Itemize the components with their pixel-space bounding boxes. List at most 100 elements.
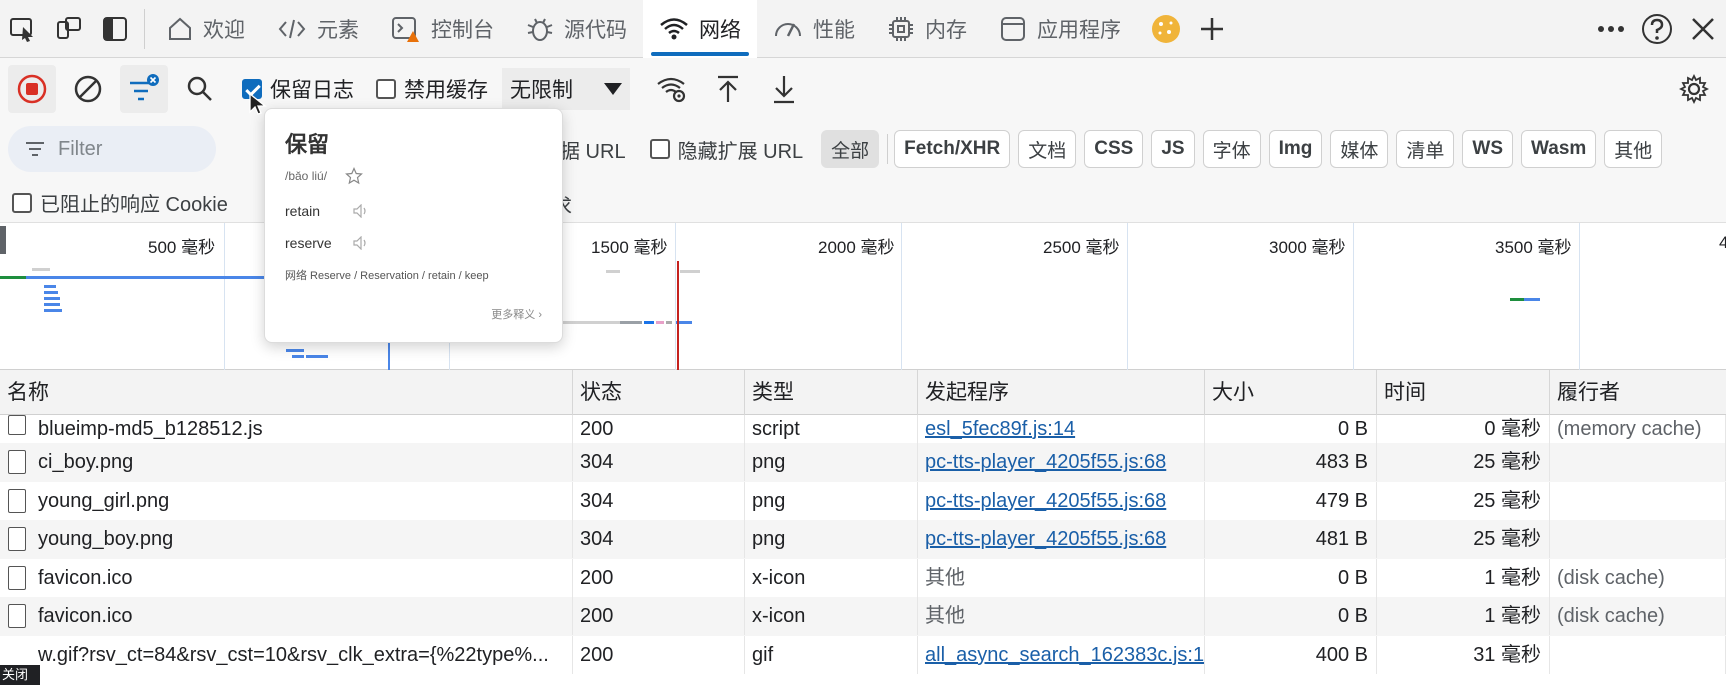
time-cell: 1 毫秒 [1377,558,1550,597]
popup-word: 保留 [285,132,330,157]
devtools-tab-bar: 欢迎 元素 控制台 源代码 网络 性能 内存 应用程序 [0,0,1726,58]
checkbox-unchecked[interactable] [12,192,32,213]
request-name-cell[interactable]: favicon.ico [0,597,573,636]
initiator-link[interactable]: pc-tts-player_4205f55.js:68 [925,490,1166,512]
column-header-size[interactable]: 大小 [1205,370,1377,415]
type-cell: png [745,481,918,520]
status-cell: 200 [573,635,745,674]
popup-pinyin-row: /bǎo liú/ [285,167,542,185]
more-options-icon[interactable] [1588,0,1634,58]
help-icon[interactable] [1634,0,1680,58]
column-header-time[interactable]: 时间 [1377,370,1550,415]
table-row[interactable]: young_girl.png 304 png pc-tts-player_420… [0,481,1726,521]
tab-elements[interactable]: 元素 [261,0,375,58]
popup-definition: reserve [285,235,332,251]
device-emulation-icon[interactable] [46,0,92,58]
inspect-icon[interactable] [0,0,46,58]
type-chip-manifest[interactable]: 清单 [1396,130,1455,168]
tab-network[interactable]: 网络 [643,0,757,58]
column-header-name[interactable]: 名称 [0,370,573,415]
checkbox-unchecked[interactable] [376,79,396,99]
network-request-table: 名称 状态 类型 发起程序 大小 时间 履行者 blueimp-md5_b128… [0,370,1726,685]
table-row[interactable]: favicon.ico 200 x-icon 其他 0 B 1 毫秒 (disk… [0,558,1726,598]
network-conditions-button[interactable] [648,65,696,113]
record-button[interactable] [8,65,56,113]
initiator-link[interactable]: pc-tts-player_4205f55.js:68 [925,528,1166,550]
home-icon [169,17,191,40]
search-icon [187,76,212,101]
column-header-type[interactable]: 类型 [745,370,918,415]
speaker-icon[interactable] [353,236,369,250]
table-row[interactable]: favicon.ico 200 x-icon 其他 0 B 1 毫秒 (disk… [0,597,1726,636]
request-name-cell[interactable]: young_girl.png [0,481,573,520]
fulfilled-by-cell: (memory cache) [1550,415,1726,443]
network-overview[interactable]: 500 毫秒 1500 毫秒 2000 毫秒 2500 毫秒 3000 毫秒 3… [0,222,1726,371]
tab-memory[interactable]: 内存 [871,0,983,58]
preserve-log-label: 保留日志 [270,79,354,102]
search-button[interactable] [176,65,224,113]
blocked-response-cookie-label: 已阻止的响应 Cookie [40,194,228,216]
initiator-link[interactable]: pc-tts-player_4205f55.js:68 [925,451,1166,473]
import-har-button[interactable] [704,65,752,113]
type-chip-doc[interactable]: 文档 [1018,130,1077,168]
close-devtools-icon[interactable] [1680,0,1726,58]
blocked-response-cookie-checkbox[interactable]: 已阻止的响应 Cookie [12,188,228,217]
image-file-icon [8,488,26,513]
type-chip-font[interactable]: 字体 [1202,130,1261,168]
export-har-button[interactable] [760,65,808,113]
network-settings-button[interactable] [1670,65,1718,113]
sidebar-toggle-icon[interactable] [92,0,138,58]
fulfilled-by-cell [1550,481,1726,520]
filter-toggle-button[interactable] [120,65,168,113]
time-cell: 25 毫秒 [1377,481,1550,520]
filter-active-icon [130,74,159,101]
add-tab-icon[interactable] [1189,0,1235,58]
clear-button[interactable] [64,65,112,113]
type-chip-js[interactable]: JS [1151,130,1195,168]
type-chip-ws[interactable]: WS [1462,130,1514,168]
request-name-cell[interactable]: blueimp-md5_b128512.js [0,415,573,443]
popup-pinyin: /bǎo liú/ [285,169,328,183]
status-cell: 304 [573,481,745,520]
clear-icon [74,75,102,103]
upload-icon [718,75,738,102]
type-chip-css[interactable]: CSS [1084,130,1144,168]
favicon-file-icon [8,604,26,629]
initiator-link[interactable]: all_async_search_162383c.js:10 [925,644,1204,666]
table-row[interactable]: young_boy.png 304 png pc-tts-player_4205… [0,520,1726,559]
column-header-fulfilled-by[interactable]: 履行者 [1550,370,1726,415]
checkbox-unchecked[interactable] [649,139,670,159]
column-header-status[interactable]: 状态 [573,370,745,415]
throttling-select[interactable]: 无限制 [502,68,630,110]
hide-extension-url-checkbox[interactable]: 隐藏扩展 URL [649,135,803,164]
disable-cache-checkbox[interactable]: 禁用缓存 [376,74,488,104]
status-cell: 304 [573,520,745,559]
request-name-cell[interactable]: ci_boy.png [0,443,573,482]
type-chip-all[interactable]: 全部 [821,130,880,168]
type-chip-media[interactable]: 媒体 [1330,130,1389,168]
speaker-icon[interactable] [353,204,369,218]
star-icon[interactable] [345,167,363,185]
tab-application[interactable]: 应用程序 [983,0,1137,58]
popup-more-link[interactable]: 更多释义 › [491,306,542,322]
filter-input[interactable]: Filter [8,126,216,172]
request-name-cell[interactable]: w.gif?rsv_ct=84&rsv_cst=10&rsv_clk_extra… [0,635,573,674]
request-name-cell[interactable]: young_boy.png [0,520,573,559]
cookie-icon[interactable] [1143,0,1189,58]
table-row[interactable]: ci_boy.png 304 png pc-tts-player_4205f55… [0,443,1726,482]
table-row[interactable]: w.gif?rsv_ct=84&rsv_cst=10&rsv_clk_extra… [0,635,1726,675]
tab-performance[interactable]: 性能 [757,0,871,58]
type-chip-wasm[interactable]: Wasm [1521,130,1597,168]
type-cell: script [745,415,918,443]
tab-sources[interactable]: 源代码 [510,0,643,58]
type-chip-fetch-xhr[interactable]: Fetch/XHR [894,130,1011,168]
tab-welcome[interactable]: 欢迎 [151,0,261,58]
request-name-cell[interactable]: favicon.ico [0,558,573,597]
console-icon [392,16,419,42]
tab-console[interactable]: 控制台 [375,0,510,58]
type-chip-img[interactable]: Img [1268,130,1323,168]
table-row[interactable]: blueimp-md5_b128512.js 200 script esl_5f… [0,415,1726,443]
column-header-initiator[interactable]: 发起程序 [918,370,1205,415]
initiator-link[interactable]: esl_5fec89f.js:14 [925,418,1075,440]
type-chip-other[interactable]: 其他 [1604,130,1663,168]
